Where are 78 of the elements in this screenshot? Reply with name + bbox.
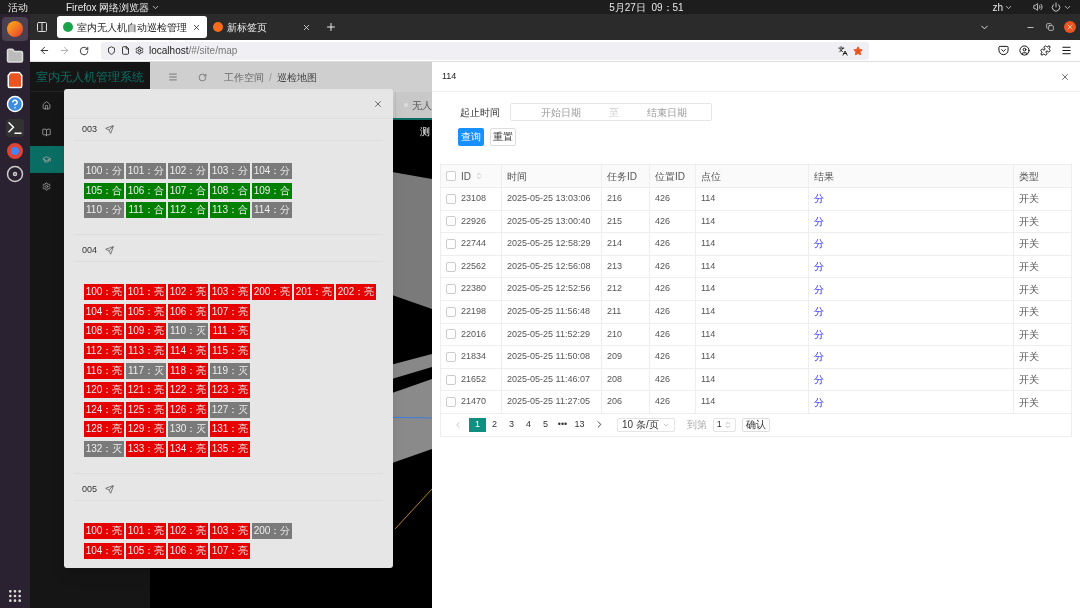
- table-cell-text: 215: [607, 214, 623, 228]
- url-text: localhost/#/site/map: [149, 44, 238, 58]
- table-cell: 114: [701, 350, 716, 364]
- table-cell-text: 开关: [1019, 373, 1039, 388]
- table-cell-text: 2025-05-25 11:52:29: [507, 327, 590, 341]
- table-cell-text: 开关: [1019, 305, 1039, 320]
- table-cell-text: 开关: [1019, 237, 1039, 252]
- breadcrumb-separator: /: [269, 70, 272, 85]
- tab-title: 室内无人机自动巡检管理: [77, 20, 188, 35]
- filter-label: 起止时间: [460, 105, 500, 120]
- table-cell: 2025-05-25 11:50:08: [507, 350, 590, 364]
- table-cell-text: 22198: [461, 305, 487, 318]
- table-cell-text: 开关: [1019, 214, 1039, 229]
- group-name: 003: [82, 122, 98, 136]
- table-cell: 21470: [461, 395, 487, 409]
- table-cell-text: 开关: [1019, 282, 1039, 297]
- column-header: 结果: [814, 169, 834, 184]
- table-cell-text: 213: [607, 259, 623, 273]
- table-cell: 114: [701, 192, 716, 206]
- table-cell-text: 208: [607, 372, 623, 386]
- table-cell: 2025-05-25 13:03:06: [507, 192, 591, 206]
- table-cell: 209: [607, 350, 623, 364]
- table-cell-text: 21652: [461, 372, 487, 386]
- tab-title: 新标签页: [227, 20, 268, 35]
- table-cell-text: 114: [701, 327, 716, 341]
- table-cell-text: 22926: [461, 214, 487, 228]
- table-cell: 21834: [461, 350, 487, 364]
- table-cell-text: 426: [655, 305, 671, 318]
- table-cell-text: 2025-05-25 11:56:48: [507, 305, 590, 318]
- table-cell-text: 2025-05-25 11:46:07: [507, 372, 590, 386]
- table-cell-text: 开关: [1019, 260, 1039, 275]
- table-cell-text: 开关: [1019, 327, 1039, 342]
- table-cell-text: 2025-05-25 13:00:40: [507, 214, 591, 228]
- table-cell: 206: [607, 395, 623, 409]
- table-cell-text: 426: [655, 214, 671, 228]
- table-cell-text: 114: [701, 259, 716, 273]
- table-cell: 23108: [461, 192, 487, 206]
- group-name: 005: [82, 482, 98, 496]
- table-cell-text: 22016: [461, 327, 487, 341]
- table-cell: 2025-05-25 12:52:56: [507, 282, 591, 296]
- drawer-title: 114: [442, 69, 457, 83]
- view-label: 测: [420, 125, 430, 139]
- column-header: 类型: [1019, 169, 1039, 184]
- table-cell: 426: [655, 192, 671, 206]
- table-cell: 426: [655, 237, 671, 251]
- column-header: 点位: [701, 169, 721, 184]
- table-cell-text: 开关: [1019, 350, 1039, 365]
- table-cell-text: 114: [701, 305, 716, 318]
- table-cell-text: 426: [655, 327, 671, 341]
- table-cell: 22380: [461, 282, 487, 296]
- table-cell: 114: [701, 395, 716, 409]
- table-cell: 426: [655, 395, 671, 409]
- column-header: 任务ID: [607, 169, 637, 184]
- group-name: 004: [82, 243, 98, 257]
- table-cell: 22744: [461, 237, 487, 251]
- table-cell-text: 2025-05-25 12:56:08: [507, 259, 591, 273]
- table-cell-text: 114: [701, 214, 716, 228]
- table-cell: 426: [655, 350, 671, 364]
- column-header: 位置ID: [655, 169, 685, 184]
- table-cell-text: 210: [607, 327, 623, 341]
- goto-label: 到第: [686, 418, 707, 433]
- table-cell: 214: [607, 237, 623, 251]
- table-cell-text: 426: [655, 259, 671, 273]
- table-cell: 114: [701, 237, 716, 251]
- table-cell: 216: [607, 192, 623, 206]
- table-cell: 2025-05-25 11:27:05: [507, 395, 590, 409]
- table-cell-text: 开关: [1019, 192, 1039, 207]
- table-cell: 426: [655, 282, 671, 296]
- table-cell-text: 开关: [1019, 395, 1039, 410]
- table-cell-text: 22562: [461, 259, 487, 273]
- column-header: 时间: [507, 169, 527, 184]
- table-cell-text: 211: [607, 305, 622, 318]
- table-cell: 114: [701, 282, 716, 296]
- table-cell: 212: [607, 282, 623, 296]
- table-cell: 2025-05-25 12:58:29: [507, 237, 591, 251]
- breadcrumb-current: 巡检地图: [276, 70, 317, 85]
- table-cell-text: 114: [701, 372, 716, 386]
- table-cell-text: 426: [655, 372, 671, 386]
